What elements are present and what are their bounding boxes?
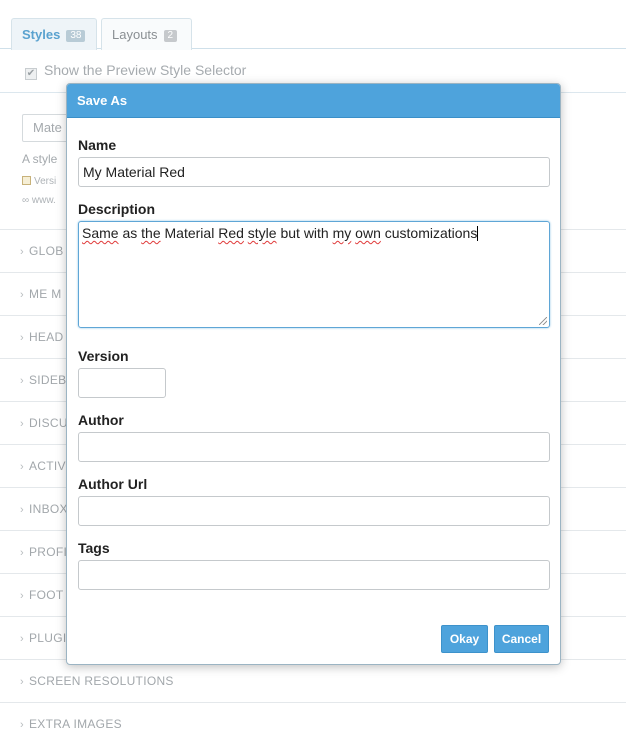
tab-bar: Styles 38 Layouts 2 [0,0,626,50]
description-word: customizations [380,225,478,241]
spellcheck-word: style [247,225,277,241]
save-as-dialog: Save As Name My Material Red Description… [66,83,561,665]
version-label: Version [78,348,129,364]
chevron-right-icon: › [20,719,24,731]
preview-selector-label: Show the Preview Style Selector [44,62,247,78]
style-description: A style [22,152,58,166]
section-label: HEAD [28,330,64,344]
spellcheck-word: the [141,225,161,241]
section-row[interactable]: › EXTRA IMAGES [0,702,626,740]
okay-button[interactable]: Okay [441,625,488,653]
author-label: Author [78,412,124,428]
dialog-title: Save As [67,84,560,118]
description-word: Material [160,225,219,241]
description-word: as [118,225,142,241]
note-icon [22,176,31,185]
section-label: PROFI [28,545,68,559]
name-label: Name [78,137,117,153]
tags-input[interactable] [78,560,550,590]
section-label: GLOB [28,244,64,258]
style-url[interactable]: ∞ www. [22,195,56,206]
chevron-right-icon: › [20,590,24,602]
section-label: PLUGI [28,631,67,645]
chevron-right-icon: › [20,547,24,559]
author-url-input[interactable] [78,496,550,526]
description-label: Description [78,201,156,217]
spellcheck-word: my [332,225,352,241]
cancel-button[interactable]: Cancel [494,625,549,653]
chevron-right-icon: › [20,461,24,473]
section-label: ME M [28,287,62,301]
tab-styles-label: Styles [22,27,61,42]
chevron-right-icon: › [20,504,24,516]
chevron-right-icon: › [20,375,24,387]
section-label: ACTIV [28,459,66,473]
text-caret [477,226,479,241]
section-label: EXTRA IMAGES [28,717,122,731]
description-text: Same as the Material Red style but with … [82,225,477,241]
description-word: but with [276,225,333,241]
section-label: SCREEN RESOLUTIONS [28,674,174,688]
section-label: FOOT [28,588,64,602]
chevron-right-icon: › [20,676,24,688]
preview-selector-checkbox[interactable]: ✔ [25,68,37,80]
chevron-right-icon: › [20,418,24,430]
tab-layouts[interactable]: Layouts 2 [101,18,192,50]
spellcheck-word: own [355,225,381,241]
tab-styles-count: 38 [66,30,86,42]
tab-styles[interactable]: Styles 38 [11,18,97,50]
style-url-text: www. [31,195,56,206]
theme-editor-page: Styles 38 Layouts 2 ✔ Show the Preview Styl… [0,0,626,740]
tab-layouts-count: 2 [163,30,178,42]
chevron-right-icon: › [20,633,24,645]
version-input[interactable] [78,368,166,398]
style-version-text: Versi [34,176,57,187]
spellcheck-word: Same [82,225,119,241]
section-label: DISCU [28,416,68,430]
author-input[interactable] [78,432,550,462]
link-icon: ∞ [22,195,32,206]
style-version: Versi [22,176,56,187]
preview-selector-row[interactable]: ✔ Show the Preview Style Selector [0,60,626,82]
tags-label: Tags [78,540,110,556]
spellcheck-word: Red [218,225,244,241]
section-label: INBOX [28,502,68,516]
chevron-right-icon: › [20,332,24,344]
tab-layouts-label: Layouts [112,27,158,42]
chevron-right-icon: › [20,246,24,258]
section-label: SIDEB [28,373,67,387]
resize-grip-icon[interactable] [539,317,547,325]
name-input[interactable]: My Material Red [78,157,550,187]
author-url-label: Author Url [78,476,148,492]
section-row[interactable]: › SCREEN RESOLUTIONS [0,659,626,702]
description-textarea[interactable]: Same as the Material Red style but with … [78,221,550,328]
chevron-right-icon: › [20,289,24,301]
